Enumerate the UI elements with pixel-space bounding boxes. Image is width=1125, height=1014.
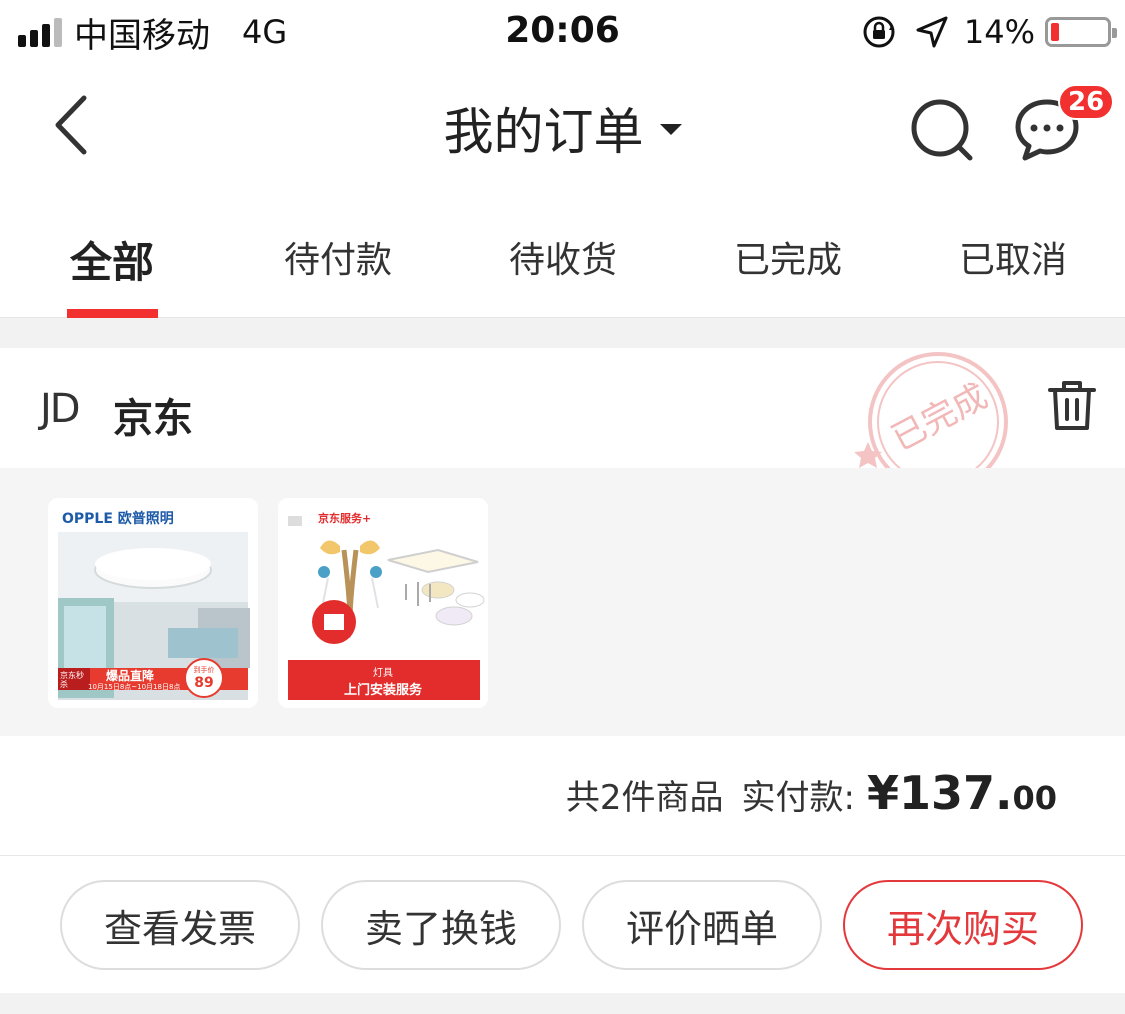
active-tab-indicator	[67, 309, 158, 318]
battery-icon	[1045, 17, 1117, 47]
buy-again-button[interactable]: 再次购买	[843, 880, 1083, 970]
product-thumbnails[interactable]: OPPLE 欧普照明 京东秒杀 爆品直降 10月15日8点~10月18日8点 到…	[0, 468, 1125, 736]
dropdown-caret-icon	[659, 123, 682, 135]
order-card[interactable]: JD 京东 已完成 OPPLE 欧普照明 京东秒杀 爆品直降 10月15日8点~…	[0, 348, 1125, 993]
stamp-text: 已完成	[885, 376, 994, 459]
battery-fill	[1051, 23, 1059, 41]
battery-percent: 14%	[963, 13, 1035, 51]
paid-label: 实付款:	[741, 778, 855, 818]
item-count: 共2件商品	[565, 778, 724, 818]
status-right: 14%	[862, 10, 1117, 54]
product-banner-dates: 10月15日8点~10月18日8点	[88, 683, 181, 691]
orientation-lock-icon	[863, 16, 895, 48]
review-button[interactable]: 评价晒单	[582, 880, 822, 970]
shop-header[interactable]: JD 京东 已完成	[0, 348, 1125, 492]
jd-logo: JD	[40, 386, 81, 432]
battery-nub	[1112, 28, 1117, 38]
price-tag-value: 89	[194, 675, 214, 691]
nav-bar: 我的订单 26	[0, 64, 1125, 189]
view-invoice-button[interactable]: 查看发票	[60, 880, 300, 970]
price-tag-label: 到手价	[193, 666, 215, 674]
tab-all[interactable]: 全部	[22, 229, 202, 290]
search-icon	[911, 99, 973, 161]
resell-button[interactable]: 卖了换钱	[321, 880, 561, 970]
trash-icon	[1048, 381, 1096, 430]
order-total: 共2件商品 实付款: ¥137. 00	[566, 766, 1057, 820]
price-decimal: 00	[1012, 779, 1057, 817]
order-summary: 共2件商品 实付款: ¥137. 00	[0, 736, 1125, 856]
shop-name: 京东	[113, 396, 193, 442]
order-actions: 查看发票 卖了换钱 评价晒单 再次购买	[0, 880, 1125, 970]
page-title: 我的订单	[443, 103, 644, 161]
product-brand: OPPLE 欧普照明	[62, 511, 174, 527]
product-thumbnail[interactable]: OPPLE 欧普照明 京东秒杀 爆品直降 10月15日8点~10月18日8点 到…	[48, 498, 258, 708]
price-tag: 到手价 89	[184, 658, 224, 698]
search-button[interactable]	[908, 96, 978, 166]
tab-completed[interactable]: 已完成	[698, 231, 878, 283]
order-tabs: 全部 待付款 待收货 已完成 已取消	[0, 189, 1125, 318]
message-count-badge: 26	[1058, 84, 1115, 120]
location-arrow-icon	[916, 16, 948, 48]
tab-cancelled[interactable]: 已取消	[923, 231, 1103, 283]
delete-order-button[interactable]	[1046, 378, 1098, 434]
product-thumbnail[interactable]: 京东服务+ 灯具 上门安装服务	[278, 498, 488, 708]
product-brand: 京东服务+	[318, 512, 372, 525]
tab-pending-payment[interactable]: 待付款	[248, 231, 428, 283]
product-banner-left: 京东秒杀	[60, 671, 84, 689]
star-icon	[854, 442, 882, 468]
product-banner-title: 上门安装服务	[343, 683, 422, 698]
status-bar: 中国移动 4G 20:06 14%	[0, 0, 1125, 64]
product-banner-top: 灯具	[373, 668, 393, 679]
tab-pending-receipt[interactable]: 待收货	[473, 231, 653, 283]
price-integer: ¥137.	[866, 766, 1013, 820]
